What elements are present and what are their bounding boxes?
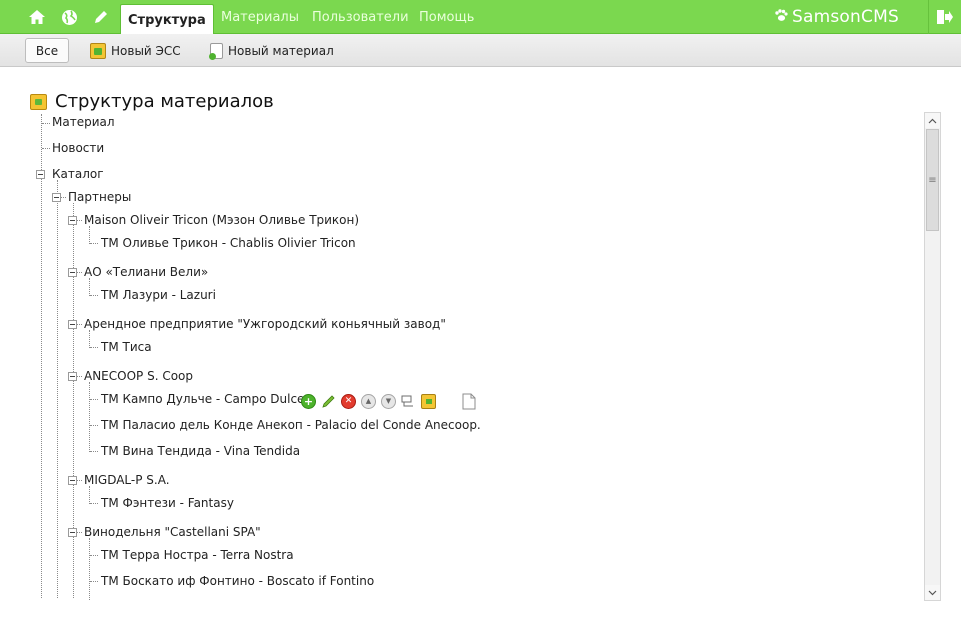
- tab-materials[interactable]: Материалы: [221, 0, 299, 34]
- tree-item[interactable]: ТМ Терра Нострa - Terra Nostra: [101, 548, 294, 562]
- collapse-toggle[interactable]: [68, 216, 77, 225]
- paw-icon: [774, 8, 788, 26]
- move-up-icon[interactable]: ▲: [361, 393, 376, 409]
- new-ess-label: Новый ЭСС: [111, 43, 181, 58]
- tree-item[interactable]: Партнеры: [68, 190, 131, 204]
- scroll-thumb[interactable]: ≡: [926, 129, 939, 231]
- globe-icon[interactable]: [59, 7, 79, 27]
- brand-name: SamsonCMS: [792, 7, 899, 27]
- edit-icon[interactable]: [321, 394, 336, 409]
- tree-item[interactable]: ТМ Паласио дель Конде Анекоп - Palacio d…: [101, 418, 481, 432]
- delete-icon[interactable]: ✕: [341, 393, 356, 409]
- separator: [928, 0, 929, 34]
- structure-icon[interactable]: [401, 394, 416, 409]
- tab-structure[interactable]: Структура: [120, 4, 214, 35]
- tree-item[interactable]: АО «Телиани Вели»: [84, 265, 208, 279]
- home-icon[interactable]: [27, 7, 47, 27]
- scroll-up-icon[interactable]: [925, 113, 940, 128]
- scroll-down-icon[interactable]: [925, 585, 940, 600]
- tab-help[interactable]: Помощь: [419, 0, 474, 34]
- new-page-icon: [209, 42, 223, 60]
- tree-item[interactable]: ТМ Боскато иф Фонтино - Boscato if Fonti…: [101, 574, 374, 588]
- logout-icon[interactable]: [935, 7, 955, 27]
- collapse-toggle[interactable]: [68, 320, 77, 329]
- new-ess-button[interactable]: Новый ЭСС: [90, 38, 181, 63]
- tree-item[interactable]: ТМ Кампо Дульче - Campo Dulce: [101, 392, 304, 406]
- add-icon[interactable]: +: [301, 393, 316, 409]
- collapse-toggle[interactable]: [68, 476, 77, 485]
- tree-item[interactable]: Материал: [52, 115, 115, 129]
- tree-item[interactable]: Каталог: [52, 167, 104, 181]
- tree-item[interactable]: ТМ Лазури - Lazuri: [101, 288, 216, 302]
- new-material-button[interactable]: Новый материал: [209, 38, 334, 63]
- tree-item[interactable]: Новости: [52, 141, 104, 155]
- vertical-scrollbar[interactable]: ≡: [924, 112, 941, 601]
- tree-item[interactable]: MIGDAL-P S.A.: [84, 473, 170, 487]
- structure-tree: Материал Новости Каталог Партнеры Maison…: [0, 68, 920, 618]
- collapse-toggle[interactable]: [68, 268, 77, 277]
- tree-item[interactable]: Винодельня "Castellani SPA": [84, 525, 261, 539]
- pencil-icon[interactable]: [91, 7, 111, 27]
- tree-item[interactable]: ТМ Оливье Трикон - Chablis Olivier Trico…: [101, 236, 356, 250]
- collapse-toggle[interactable]: [68, 372, 77, 381]
- collapse-toggle[interactable]: [68, 528, 77, 537]
- toolbar: Все Новый ЭСС Новый материал: [0, 34, 961, 67]
- main-content: Структура материалов Материал Новости Ка…: [0, 68, 961, 618]
- move-down-icon[interactable]: ▼: [381, 393, 396, 409]
- tree-item[interactable]: Арендное предприятие "Ужгородский коньяч…: [84, 317, 446, 331]
- page-icon[interactable]: [461, 393, 476, 409]
- collapse-toggle[interactable]: [52, 193, 61, 202]
- new-material-label: Новый материал: [228, 43, 334, 58]
- all-button[interactable]: Все: [25, 38, 69, 63]
- collapse-toggle[interactable]: [36, 170, 45, 179]
- tree-item[interactable]: ANECOOP S. Coop: [84, 369, 193, 383]
- tree-item[interactable]: ТМ Вина Тендида - Vina Tendida: [101, 444, 300, 458]
- ess-icon: [90, 42, 106, 59]
- tree-item[interactable]: Maison Oliveir Tricon (Мэзон Оливье Трик…: [84, 213, 359, 227]
- row-actions: + ✕ ▲ ▼: [301, 393, 481, 409]
- tree-item[interactable]: ТМ Фэнтези - Fantasy: [101, 496, 234, 510]
- top-navigation-bar: Структура Материалы Пользователи Помощь …: [0, 0, 961, 35]
- tab-users[interactable]: Пользователи: [312, 0, 409, 34]
- brand-logo: SamsonCMS: [774, 6, 899, 28]
- tree-item[interactable]: ТМ Тиса: [101, 340, 152, 354]
- ess-icon[interactable]: [421, 393, 436, 409]
